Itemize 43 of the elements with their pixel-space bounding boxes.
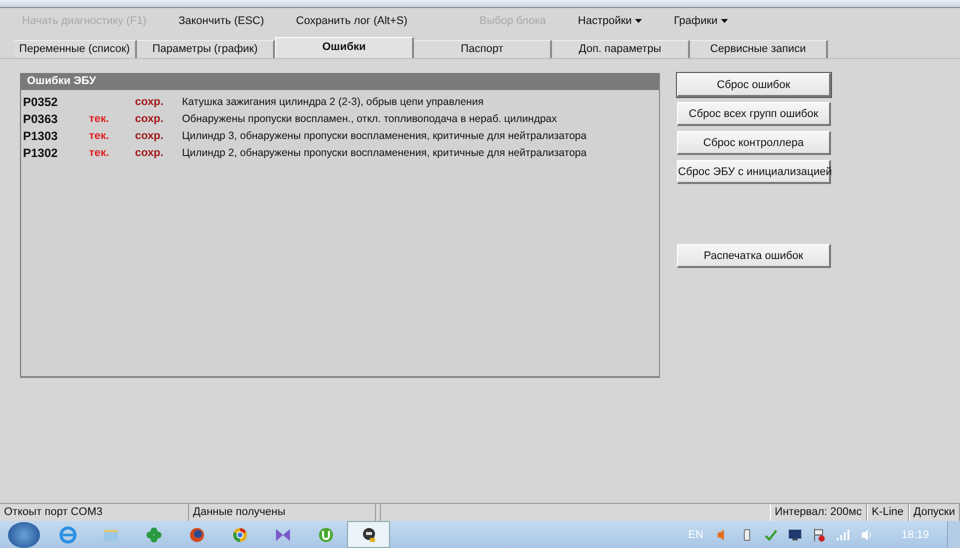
action-button[interactable]: Сброс всех групп ошибок: [677, 102, 831, 126]
monitor-icon[interactable]: [787, 526, 804, 542]
error-description: Цилиндр 2, обнаружены пропуски воспламенения, критичные для нейтрализатора: [182, 146, 587, 158]
error-code: P0363: [22, 112, 59, 126]
current-status-label: тек.: [89, 130, 110, 142]
stored-status-label: сохр.: [135, 96, 164, 108]
start-button[interactable]: [8, 522, 40, 548]
menu-item[interactable]: Настройки: [562, 15, 658, 27]
torrent-icon: [316, 526, 334, 544]
action-button[interactable]: Сброс контроллера: [677, 131, 831, 155]
tab[interactable]: Параметры (график): [137, 40, 275, 58]
e-letter-icon: [58, 526, 76, 544]
stored-status-label: сохр.: [135, 112, 164, 124]
current-status-label: тек.: [89, 112, 110, 124]
error-description: Обнаружены пропуски воспламен., откл. топливоподача в нераб. цилиндрах: [182, 112, 557, 124]
menu-item[interactable]: Сохранить лог (Alt+S): [280, 15, 424, 27]
stored-status-label: сохр.: [135, 146, 164, 158]
panel-title: Ошибки ЭБУ: [21, 74, 659, 90]
clover-icon: [144, 526, 162, 544]
current-status-label: тек.: [89, 146, 110, 158]
action-button[interactable]: Сброс ошибок: [677, 73, 831, 97]
error-code: P0352: [22, 94, 59, 108]
tab[interactable]: Ошибки: [275, 37, 414, 58]
menu-item[interactable]: Графики: [658, 15, 744, 27]
error-code: P1302: [22, 146, 59, 160]
globe-icon: [188, 526, 206, 544]
stored-status-label: сохр.: [135, 130, 164, 142]
action-button[interactable]: Распечатка ошибок: [677, 244, 831, 268]
taskbar-button[interactable]: [347, 521, 390, 548]
error-description: Катушка зажигания цилиндра 2 (2-3), обрыв цепи управления: [182, 96, 484, 108]
menu-item[interactable]: Закончить (ESC): [162, 15, 280, 27]
caret-icon: [720, 19, 728, 23]
tab[interactable]: Переменные (список): [14, 40, 137, 58]
signal-icon[interactable]: [835, 526, 852, 542]
tab[interactable]: Паспорт: [414, 40, 552, 58]
flag-icon[interactable]: [811, 526, 828, 542]
action-button[interactable]: Сброс ЭБУ с инициализацией: [677, 160, 831, 184]
error-code: P1303: [22, 128, 59, 142]
tab[interactable]: Доп. параметры: [552, 40, 690, 58]
tab[interactable]: Сервисные записи: [690, 40, 828, 58]
wheel-icon: [230, 526, 248, 544]
error-description: Цилиндр 3, обнаружены пропуски воспламенения, критичные для нейтрализатора: [182, 130, 587, 142]
caret-icon: [634, 19, 642, 23]
